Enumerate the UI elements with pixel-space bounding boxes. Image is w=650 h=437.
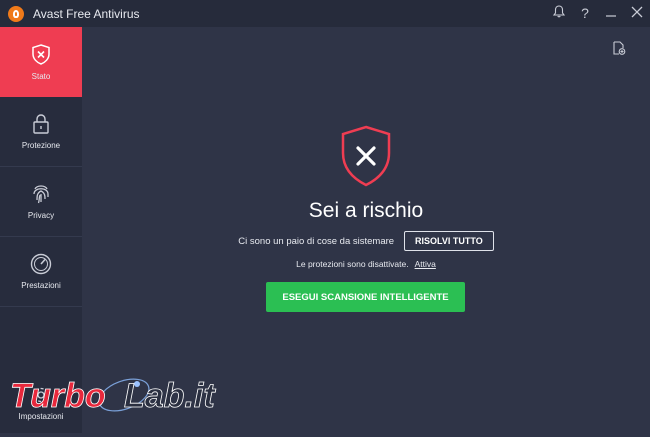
- turbolab-watermark: Turbo Lab.it: [6, 372, 236, 418]
- report-icon[interactable]: [612, 41, 626, 55]
- title-bar: Avast Free Antivirus ?: [0, 0, 650, 27]
- minimize-icon[interactable]: [598, 0, 624, 27]
- protection-text: Le protezioni sono disattivate.: [296, 259, 409, 269]
- watermark-part1: Turbo: [10, 377, 106, 415]
- status-shield-icon: [340, 125, 392, 187]
- sidebar-item-privacy[interactable]: Privacy: [0, 167, 82, 237]
- issues-text: Ci sono un paio di cose da sistemare: [238, 235, 395, 247]
- protection-row: Le protezioni sono disattivate. Attiva: [82, 259, 650, 269]
- smart-scan-button[interactable]: ESEGUI SCANSIONE INTELLIGENTE: [266, 282, 465, 312]
- sidebar-item-prestazioni[interactable]: Prestazioni: [0, 237, 82, 307]
- avast-logo-icon: [8, 5, 24, 22]
- bell-icon[interactable]: [546, 0, 572, 27]
- resolve-all-button[interactable]: RISOLVI TUTTO: [404, 231, 494, 251]
- sidebar-item-label: Prestazioni: [21, 281, 61, 290]
- window-controls: ?: [546, 0, 650, 27]
- fingerprint-icon: [30, 183, 52, 205]
- activate-link[interactable]: Attiva: [415, 259, 436, 269]
- sidebar-item-label: Protezione: [21, 141, 61, 150]
- close-icon[interactable]: [624, 0, 650, 27]
- sidebar-item-protezione[interactable]: Protezione: [0, 97, 82, 167]
- shield-x-icon: [30, 44, 52, 66]
- help-icon[interactable]: ?: [572, 0, 598, 27]
- sidebar-item-stato[interactable]: Stato: [0, 27, 82, 97]
- sidebar-item-label: Stato: [31, 71, 51, 81]
- issues-row: Ci sono un paio di cose da sistemare RIS…: [82, 231, 650, 251]
- speedometer-icon: [30, 253, 52, 275]
- watermark-part2: Lab.it: [124, 377, 216, 415]
- sidebar-item-label: Privacy: [27, 211, 55, 220]
- status-title: Sei a rischio: [308, 199, 424, 222]
- lock-icon: [30, 113, 52, 135]
- window-title: Avast Free Antivirus: [33, 6, 140, 21]
